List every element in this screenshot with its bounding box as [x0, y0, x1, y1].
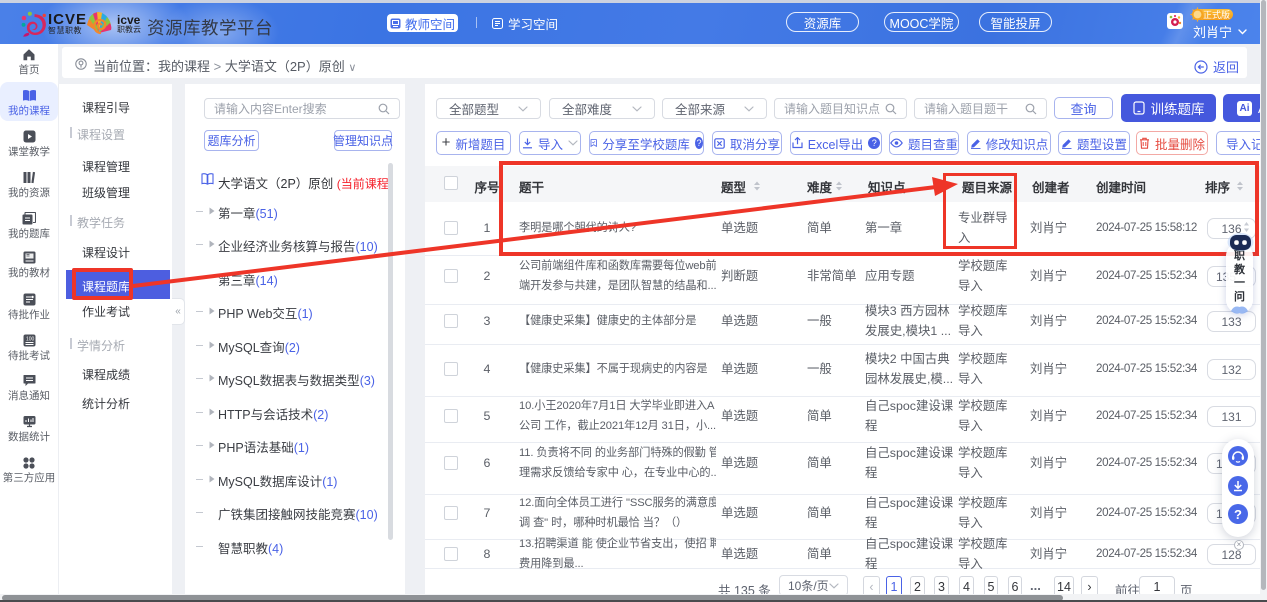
svg-text:100: 100	[26, 337, 35, 343]
